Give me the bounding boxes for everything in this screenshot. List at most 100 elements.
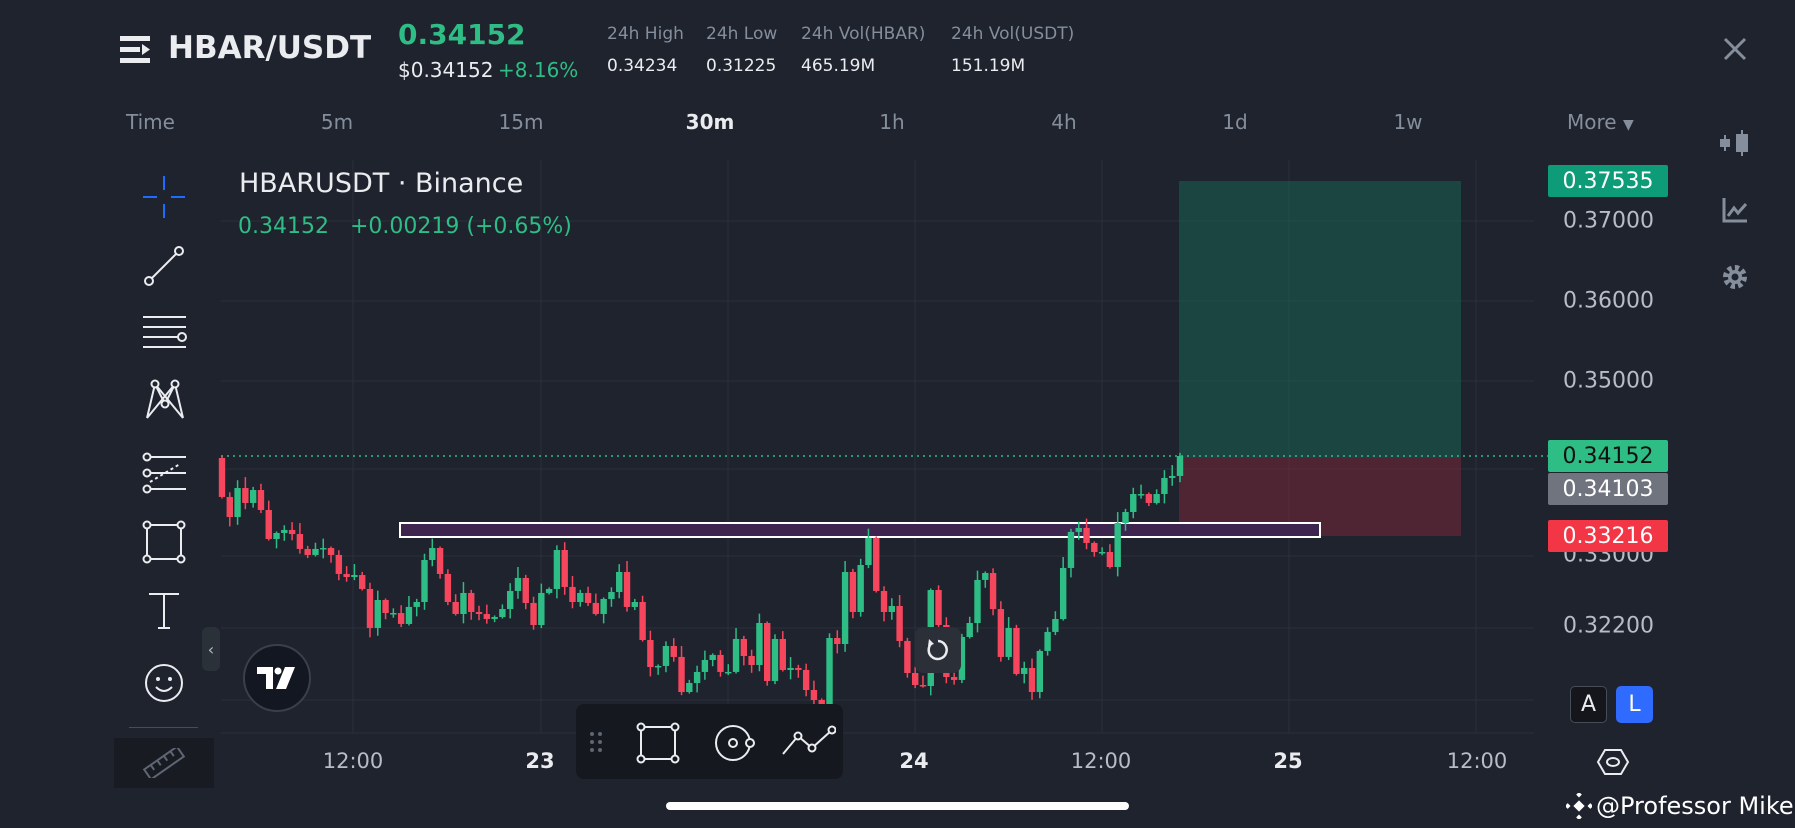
watermark-text: @Professor Mike bbox=[1596, 792, 1794, 820]
candle-body bbox=[1052, 619, 1059, 632]
auto-scale-button[interactable]: A bbox=[1570, 686, 1607, 723]
candle-body bbox=[1137, 494, 1145, 496]
candle-body bbox=[670, 646, 677, 657]
candle-body bbox=[826, 638, 833, 704]
candle-body bbox=[569, 586, 576, 602]
candle-body bbox=[257, 490, 265, 510]
candle-body bbox=[966, 623, 973, 637]
stop-price-tag: 0.33216 bbox=[1548, 520, 1668, 552]
candle-body bbox=[538, 592, 545, 625]
candle-body bbox=[1169, 475, 1176, 478]
candle-body bbox=[732, 638, 740, 672]
path-quick-icon[interactable] bbox=[780, 722, 837, 768]
candle-body bbox=[475, 611, 483, 614]
candle-body bbox=[904, 640, 911, 673]
candle-body bbox=[288, 529, 296, 535]
candle-body bbox=[654, 665, 662, 668]
candle-body bbox=[499, 609, 506, 618]
candle-body bbox=[374, 600, 381, 628]
circle-quick-icon[interactable] bbox=[712, 722, 758, 768]
candle-body bbox=[281, 529, 288, 533]
candle-body bbox=[756, 623, 763, 666]
rotate-icon bbox=[927, 639, 948, 661]
candle-body bbox=[483, 613, 491, 620]
candle-body bbox=[584, 592, 592, 603]
candle-body bbox=[997, 609, 1005, 657]
candle-body bbox=[397, 613, 405, 624]
current-price-tag: 0.34152 bbox=[1548, 440, 1668, 472]
candle-body bbox=[841, 571, 849, 645]
candle-body bbox=[623, 571, 631, 607]
candle-body bbox=[405, 606, 413, 624]
candle-body bbox=[771, 638, 779, 681]
candle-body bbox=[608, 592, 615, 599]
rectangle-quick-icon[interactable] bbox=[636, 722, 680, 768]
candle-body bbox=[631, 601, 638, 607]
candle-body bbox=[312, 548, 319, 555]
candle-body bbox=[444, 573, 452, 602]
candle-body bbox=[896, 605, 903, 641]
candle-body bbox=[561, 550, 568, 587]
x-tick: 25 bbox=[1273, 749, 1303, 773]
candle-body bbox=[935, 590, 942, 625]
candle-body bbox=[226, 496, 233, 518]
candle-body bbox=[545, 588, 553, 593]
candle-body bbox=[421, 559, 428, 602]
candle-body bbox=[740, 638, 748, 656]
candle-body bbox=[709, 654, 716, 660]
candle-body bbox=[873, 538, 880, 591]
candle-body bbox=[491, 617, 498, 620]
candle-body bbox=[382, 600, 389, 614]
candle-body bbox=[234, 488, 241, 518]
tradingview-logo bbox=[243, 644, 311, 712]
candle-body bbox=[218, 457, 226, 497]
candle-body bbox=[1075, 527, 1082, 532]
candle-body bbox=[592, 602, 600, 614]
candle-body bbox=[1114, 523, 1121, 568]
candle-body bbox=[351, 575, 358, 577]
y-tick: 0.32200 bbox=[1563, 613, 1654, 639]
candle-body bbox=[764, 623, 771, 681]
candle-body bbox=[304, 548, 311, 555]
candle-body bbox=[880, 590, 888, 612]
reset-chart-button[interactable] bbox=[915, 627, 961, 673]
candle-body bbox=[1021, 667, 1028, 674]
candle-body bbox=[693, 671, 701, 683]
visibility-eye-icon[interactable] bbox=[1596, 748, 1630, 780]
candle-body bbox=[600, 598, 607, 614]
candle-body bbox=[320, 548, 327, 550]
chart-title: HBARUSDT · Binance bbox=[239, 168, 524, 199]
candle-body bbox=[678, 656, 685, 693]
candle-body bbox=[834, 638, 841, 645]
y-tick: 0.35000 bbox=[1563, 368, 1654, 394]
drag-handle-icon[interactable] bbox=[588, 730, 604, 758]
candle-body bbox=[1091, 542, 1098, 553]
candle-body bbox=[249, 490, 257, 503]
candle-body bbox=[779, 638, 786, 670]
candle-body bbox=[343, 573, 350, 577]
candle-body bbox=[390, 613, 397, 615]
watermark: @Professor Mike bbox=[1566, 792, 1794, 820]
candle-body bbox=[701, 659, 709, 672]
candle-body bbox=[989, 573, 997, 610]
candle-body bbox=[686, 682, 693, 693]
candle-body bbox=[460, 592, 467, 614]
candle-body bbox=[849, 571, 857, 612]
candle-body bbox=[327, 548, 335, 555]
candle-body bbox=[265, 509, 272, 539]
candle-body bbox=[810, 690, 818, 700]
candle-body bbox=[522, 577, 529, 603]
candle-body bbox=[748, 655, 755, 666]
chart-change: +0.00219 (+0.65%) bbox=[350, 214, 572, 239]
candle-body bbox=[1153, 494, 1160, 503]
candle-body bbox=[1106, 552, 1114, 568]
candle-body bbox=[429, 548, 436, 560]
x-tick: 12:00 bbox=[1070, 749, 1132, 773]
candle-body bbox=[358, 575, 366, 589]
candle-body bbox=[911, 673, 919, 685]
candle-body bbox=[514, 577, 522, 591]
home-indicator[interactable] bbox=[666, 802, 1129, 810]
log-scale-button[interactable]: L bbox=[1616, 686, 1653, 723]
x-tick: 23 bbox=[525, 749, 555, 773]
candle-body bbox=[1005, 627, 1012, 657]
